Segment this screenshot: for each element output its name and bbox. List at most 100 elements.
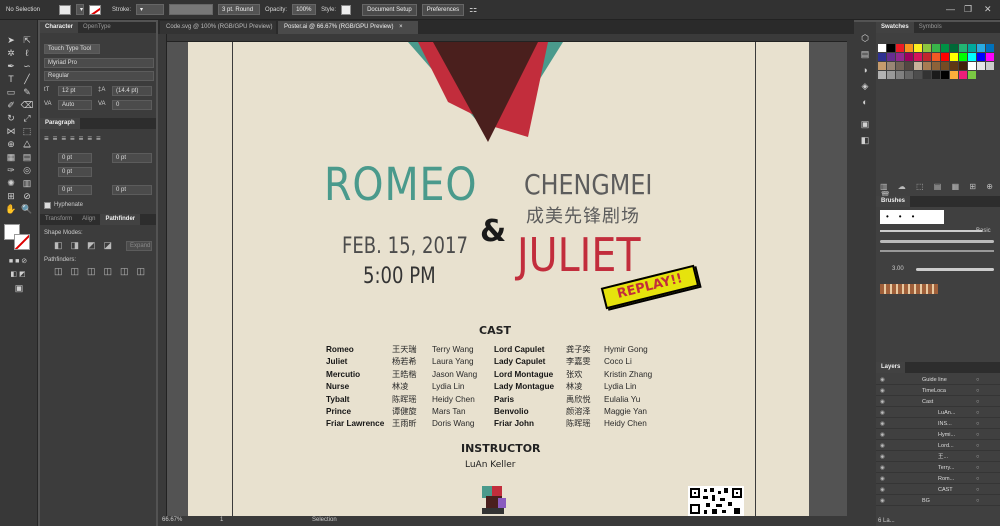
line-tool-icon[interactable]: ╱ [20, 73, 34, 85]
layer-row[interactable]: ◉ INS... ○ [876, 420, 1000, 429]
swatch[interactable] [932, 53, 940, 61]
target-circle-icon[interactable]: ○ [976, 376, 979, 385]
font-family-field[interactable]: Myriad Pro [44, 58, 154, 68]
swatch[interactable] [932, 44, 940, 52]
variable-width-dropdown[interactable] [169, 4, 214, 15]
layer-row[interactable]: ◉ 王... ○ [876, 453, 1000, 462]
brush-basic[interactable] [880, 230, 982, 232]
cast-actor[interactable]: Coco Li [604, 356, 652, 368]
swatch[interactable] [968, 44, 976, 52]
artboard-field[interactable]: 1 [220, 517, 223, 523]
swatch[interactable] [977, 62, 985, 70]
stroke-box-icon[interactable] [14, 234, 30, 250]
tracking-field[interactable]: 0 [112, 100, 152, 110]
layer-row[interactable]: ◉ BG ○ [876, 497, 1000, 506]
draw-mode-icons[interactable]: ◧ ◩ [3, 269, 33, 281]
expand-button[interactable]: Expand [126, 241, 152, 251]
target-circle-icon[interactable]: ○ [976, 387, 979, 396]
graphic-styles-icon[interactable]: ▣ [858, 118, 872, 130]
opacity-field[interactable]: 100% [292, 4, 317, 15]
swatch[interactable] [896, 44, 904, 52]
perspective-icon[interactable]: ⧋ [20, 138, 34, 150]
cast-role[interactable]: Lord Capulet [494, 344, 554, 356]
fill-color-swatch[interactable] [59, 4, 72, 15]
swatch[interactable] [959, 62, 967, 70]
swatch[interactable] [977, 53, 985, 61]
cast-actor[interactable]: Heidy Chen [432, 394, 477, 406]
cast-role[interactable]: Mercutio [326, 369, 384, 381]
align-buttons[interactable]: ≡≡≡≡≡≡≡ [44, 134, 105, 143]
swatch[interactable] [878, 71, 886, 79]
cast-role[interactable]: Benvolio [494, 406, 554, 418]
cast-role[interactable]: Lady Montague [494, 381, 554, 393]
zoom-field[interactable]: 66.67% [162, 517, 182, 523]
swatch[interactable] [914, 44, 922, 52]
brush-stroke-3[interactable] [916, 268, 994, 271]
space-before-field[interactable]: 0 pt [58, 185, 92, 195]
cast-role[interactable]: Nurse [326, 381, 384, 393]
font-size-field[interactable]: 12 pt [58, 86, 92, 96]
cast-cn-name[interactable]: 王雨昕 [392, 418, 417, 430]
cast-cn-name[interactable]: 王皓楷 [392, 369, 417, 381]
libraries-icon[interactable]: ⬡ [858, 32, 872, 44]
target-circle-icon[interactable]: ○ [976, 442, 979, 451]
swatch[interactable] [878, 62, 886, 70]
cast-cn-name[interactable]: 林凌 [392, 381, 417, 393]
swatch[interactable] [941, 44, 949, 52]
hand-icon[interactable]: ✋ [4, 203, 18, 215]
visibility-eye-icon[interactable]: ◉ [880, 442, 885, 451]
cast-cn-name[interactable]: 杨若希 [392, 356, 417, 368]
time-text[interactable]: 5:00 PM [363, 264, 436, 289]
brush-dots[interactable]: ••• [880, 210, 944, 224]
width-tool-icon[interactable]: ⋈ [4, 125, 18, 137]
swatch[interactable] [878, 53, 886, 61]
magic-wand-icon[interactable]: ✲ [4, 47, 18, 59]
romeo-title[interactable]: ROMEO [324, 158, 477, 211]
swatch[interactable] [914, 62, 922, 70]
cast-cn-name[interactable]: 陈晖瑶 [566, 418, 591, 430]
visibility-eye-icon[interactable]: ◉ [880, 398, 885, 407]
zoom-icon[interactable]: 🔍 [20, 203, 34, 215]
swatch[interactable] [941, 53, 949, 61]
hyphenate-checkbox[interactable] [44, 202, 51, 209]
style-swatch[interactable] [341, 4, 352, 15]
poster-top-graphic[interactable] [388, 42, 588, 142]
brush-dropdown[interactable]: 3 pt. Round [218, 4, 261, 15]
swatch[interactable] [950, 53, 958, 61]
swatch[interactable] [914, 71, 922, 79]
instructor-heading[interactable]: INSTRUCTOR [461, 442, 541, 455]
visibility-eye-icon[interactable]: ◉ [880, 486, 885, 495]
swatch[interactable] [923, 44, 931, 52]
artboard-poster[interactable]: ROMEO & CHENGMEI 成美先锋剧场 FEB. 15, 2017 5:… [188, 42, 809, 516]
appearance-icon[interactable]: ◐ [858, 96, 872, 108]
cast-actor[interactable]: Lydia Lin [604, 381, 652, 393]
swatch[interactable] [959, 53, 967, 61]
touch-type-button[interactable]: Touch Type Tool [44, 44, 100, 54]
kerning-field[interactable]: Auto [58, 100, 92, 110]
swatch[interactable] [905, 53, 913, 61]
indent-right-field[interactable]: 0 pt [112, 153, 152, 163]
target-circle-icon[interactable]: ○ [976, 475, 979, 484]
cast-role[interactable]: Lord Montague [494, 369, 554, 381]
gradient-icon[interactable]: ▤ [20, 151, 34, 163]
cast-role[interactable]: Lady Capulet [494, 356, 554, 368]
rectangle-tool-icon[interactable]: ▭ [4, 86, 18, 98]
brush-pattern[interactable] [880, 284, 938, 294]
indent-left-field[interactable]: 0 pt [58, 153, 92, 163]
brush-stroke-2[interactable] [880, 250, 994, 252]
shaper-icon[interactable]: ✐ [4, 99, 18, 111]
close-tab-icon[interactable]: × [399, 24, 403, 30]
lasso-icon[interactable]: ℓ [20, 47, 34, 59]
target-circle-icon[interactable]: ○ [976, 464, 979, 473]
swatch[interactable] [986, 62, 994, 70]
layer-row[interactable]: ◉ TimeLoca ○ [876, 387, 1000, 396]
cast-actor[interactable]: Maggie Yan [604, 406, 652, 418]
swatch[interactable] [905, 44, 913, 52]
cast-actor[interactable]: Lydia Lin [432, 381, 477, 393]
layer-row[interactable]: ◉ Terry... ○ [876, 464, 1000, 473]
juliet-title[interactable]: JULIET [517, 228, 640, 282]
swatch[interactable] [887, 71, 895, 79]
date-text[interactable]: FEB. 15, 2017 [342, 234, 468, 259]
cast-actor[interactable]: Eulalia Yu [604, 394, 652, 406]
target-circle-icon[interactable]: ○ [976, 420, 979, 429]
